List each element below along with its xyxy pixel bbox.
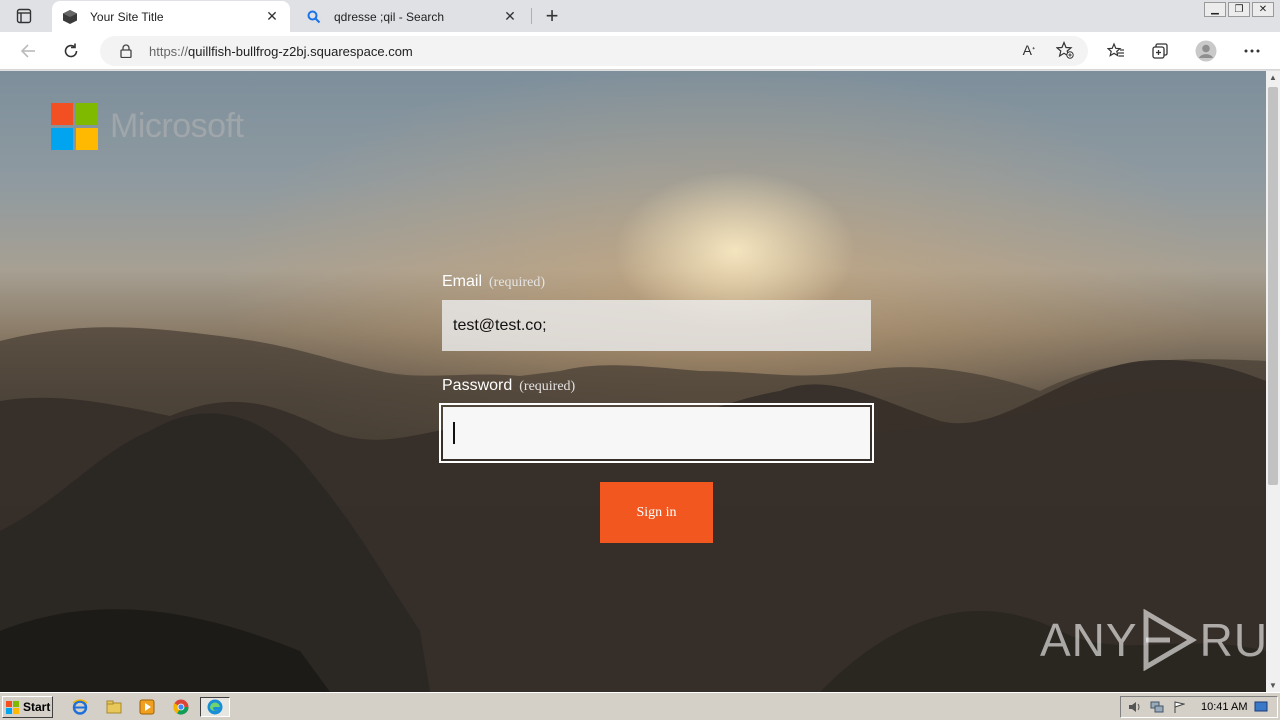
minimize-icon[interactable]: ▁ — [1204, 2, 1226, 17]
tab-actions-icon[interactable] — [10, 6, 38, 26]
action-center-flag-icon[interactable] — [1171, 699, 1187, 715]
taskbar: Start 10:41 AM — [0, 692, 1280, 720]
window-controls: ▁ ❐ ✕ — [1204, 2, 1274, 18]
favorites-icon[interactable] — [1104, 39, 1128, 63]
password-required-text: (required) — [519, 379, 576, 394]
url-scheme: https:// — [149, 43, 189, 59]
email-label: Email (required) — [442, 273, 871, 291]
anyrun-watermark: ANY RUN — [1040, 609, 1266, 671]
text-caret — [453, 422, 455, 444]
start-button[interactable]: Start — [2, 696, 53, 718]
lock-icon[interactable] — [119, 43, 133, 59]
email-label-text: Email — [442, 273, 483, 290]
search-icon — [306, 9, 322, 25]
password-label-text: Password — [442, 377, 513, 394]
tab-divider — [531, 8, 532, 24]
sign-in-button[interactable]: Sign in — [600, 482, 713, 543]
address-bar[interactable]: https://quillfish-bullfrog-z2bj.squaresp… — [100, 36, 1088, 66]
play-triangle-icon — [1143, 609, 1197, 671]
password-field[interactable] — [439, 403, 874, 463]
collections-icon[interactable] — [1148, 39, 1172, 63]
profile-avatar-icon[interactable] — [1194, 39, 1218, 63]
system-tray: 10:41 AM — [1120, 696, 1278, 718]
refresh-icon[interactable] — [58, 39, 84, 63]
email-field[interactable]: test@test.co; — [442, 300, 871, 351]
page-scrollbar[interactable]: ▲ ▼ — [1266, 71, 1280, 692]
back-arrow-icon[interactable] — [15, 39, 41, 63]
browser-toolbar: https://quillfish-bullfrog-z2bj.squaresp… — [0, 32, 1280, 70]
network-icon[interactable] — [1149, 699, 1165, 715]
tab-title: qdresse ;qil - Search — [334, 9, 445, 24]
read-aloud-icon[interactable]: Aᐩ — [1018, 39, 1040, 61]
explorer-icon[interactable] — [103, 697, 125, 717]
add-favorite-icon[interactable] — [1054, 39, 1076, 61]
microsoft-wordmark: Microsoft — [110, 107, 244, 145]
url-host: quillfish-bullfrog-z2bj.squarespace.com — [188, 43, 413, 59]
tab-search[interactable]: qdresse ;qil - Search ✕ — [296, 1, 528, 32]
volume-icon[interactable] — [1127, 699, 1143, 715]
password-field-inner[interactable] — [443, 407, 870, 459]
show-desktop-icon[interactable] — [1253, 699, 1269, 715]
windows-flag-icon — [6, 700, 20, 714]
start-label: Start — [23, 700, 51, 714]
email-required-text: (required) — [489, 275, 545, 290]
tab-your-site-title[interactable]: Your Site Title ✕ — [52, 1, 290, 32]
scroll-down-icon[interactable]: ▼ — [1269, 681, 1277, 690]
close-tab-icon[interactable]: ✕ — [502, 8, 518, 25]
scrollbar-thumb[interactable] — [1268, 87, 1278, 485]
restore-icon[interactable]: ❐ — [1228, 2, 1250, 17]
media-player-icon[interactable] — [136, 697, 158, 717]
close-tab-icon[interactable]: ✕ — [264, 8, 280, 25]
password-label: Password (required) — [442, 377, 871, 395]
tab-strip: Your Site Title ✕ qdresse ;qil - Search … — [0, 0, 1280, 32]
ie-icon[interactable] — [69, 697, 91, 717]
microsoft-logo: Microsoft — [51, 103, 244, 150]
cube-icon — [62, 9, 78, 25]
watermark-text-any: ANY — [1040, 614, 1138, 666]
chrome-icon[interactable] — [170, 697, 192, 717]
microsoft-squares-icon — [51, 103, 98, 150]
login-form: Email (required) test@test.co; Password … — [439, 273, 874, 543]
close-window-icon[interactable]: ✕ — [1252, 2, 1274, 17]
scroll-up-icon[interactable]: ▲ — [1269, 73, 1277, 82]
more-menu-icon[interactable] — [1240, 39, 1264, 63]
page-background: Microsoft Email (required) test@test.co;… — [0, 71, 1266, 692]
tab-title: Your Site Title — [90, 9, 164, 24]
url-text[interactable]: https://quillfish-bullfrog-z2bj.squaresp… — [149, 44, 1088, 59]
watermark-text-run: RUN — [1199, 614, 1266, 666]
taskbar-clock[interactable]: 10:41 AM — [1201, 701, 1247, 713]
edge-icon[interactable] — [200, 697, 230, 717]
new-tab-button[interactable]: + — [540, 3, 564, 28]
